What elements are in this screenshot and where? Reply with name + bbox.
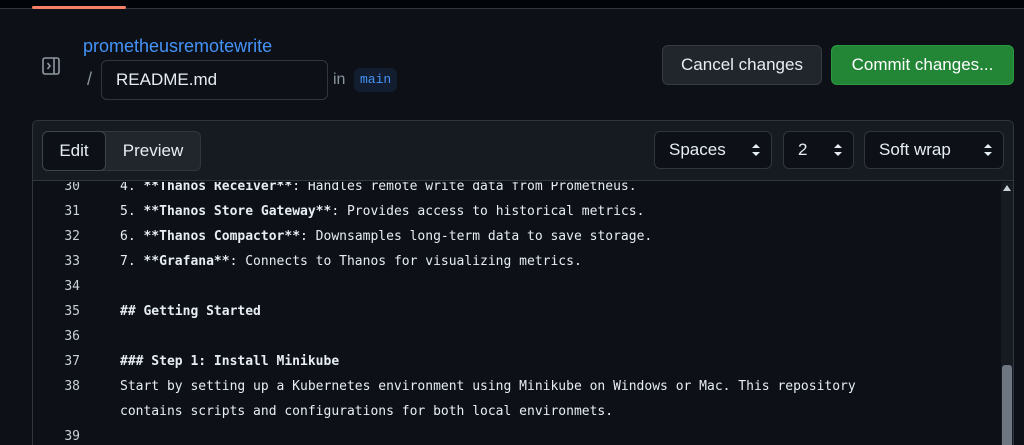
wrap-mode-select[interactable]: Soft wrap [864,131,1004,169]
code-line[interactable]: 39 [33,424,993,445]
line-text: 7. **Grafana**: Connects to Thanos for v… [120,249,582,274]
indent-size-select[interactable]: 2 [783,131,854,169]
editor-scrollbar[interactable] [1001,182,1013,445]
scroll-up-icon[interactable] [1003,185,1011,191]
line-text-plain: 4. [120,182,144,194]
line-text: Start by setting up a Kubernetes environ… [120,374,856,399]
edit-preview-tabs: Edit Preview [42,131,201,171]
wrap-mode-value: Soft wrap [879,140,951,159]
indent-size-value: 2 [798,140,808,159]
repo-name-link[interactable]: prometheusremotewrite [83,36,272,57]
line-text-bold: **Thanos Receiver** [143,182,293,194]
line-text-plain: : Connects to Thanos for visualizing met… [229,254,582,269]
line-number: 38 [64,379,80,394]
line-text: ## Getting Started [120,299,261,324]
active-tab-underline [32,6,126,9]
line-number: 33 [64,254,80,269]
line-text-bold: **Thanos Store Gateway** [143,204,332,219]
in-label: in [333,71,346,88]
code-line[interactable]: 32 6. **Thanos Compactor**: Downsamples l… [33,224,993,249]
line-number: 32 [64,229,80,244]
select-caret-icon [834,144,842,156]
line-number: 37 [64,354,80,369]
line-text-bold: ### Step 1: Install Minikube [120,354,340,369]
path-separator: / [87,69,93,89]
code-line[interactable]: 36 [33,324,993,349]
line-text-plain: Start by setting up a Kubernetes environ… [120,379,856,394]
line-number: 35 [64,304,80,319]
line-text: 6. **Thanos Compactor**: Downsamples lon… [120,224,652,249]
line-text: ### Step 1: Install Minikube [120,349,339,374]
tab-preview[interactable]: Preview [106,132,200,170]
cancel-changes-button[interactable]: Cancel changes [662,45,822,85]
line-text-plain: : Provides access to historical metrics. [331,204,645,219]
indent-mode-select[interactable]: Spaces [654,131,772,169]
editor-page: prometheusremotewrite / in main Cancel c… [0,0,1024,445]
line-text-plain: 7. [120,254,144,269]
code-editor-area[interactable]: 30 4. **Thanos Receiver**: Handles remote… [33,182,1013,445]
branch-badge[interactable]: main [354,68,398,92]
line-text-bold: ## Getting Started [120,304,261,319]
code-line[interactable]: 30 4. **Thanos Receiver**: Handles remote… [33,182,993,199]
line-text: 4. **Thanos Receiver**: Handles remote w… [120,182,637,199]
line-number: 30 [64,182,80,194]
line-text-bold: **Grafana** [143,254,230,269]
line-text-bold: **Thanos Compactor** [143,229,301,244]
line-number: 36 [64,329,80,344]
file-editor: Edit Preview Spaces 2 Soft wrap 30 4. **… [32,120,1014,445]
code-line[interactable]: 31 5. **Thanos Store Gateway**: Provides … [33,199,993,224]
line-text: 5. **Thanos Store Gateway**: Provides ac… [120,199,644,224]
line-text-plain: : Downsamples long-term data to save sto… [300,229,653,244]
line-text: contains scripts and configurations for … [120,399,613,424]
top-nav-strip [0,0,1024,9]
line-text-plain: 6. [120,229,144,244]
line-number: 39 [64,429,80,444]
code-line[interactable]: 33 7. **Grafana**: Connects to Thanos for… [33,249,993,274]
select-caret-icon [752,144,760,156]
code-line[interactable]: 34 [33,274,993,299]
code-line[interactable]: 35 ## Getting Started [33,299,993,324]
filename-input[interactable] [101,60,328,100]
editor-toolbar: Edit Preview Spaces 2 Soft wrap [33,121,1013,181]
sidebar-toggle-button[interactable] [36,51,66,81]
line-number: 34 [64,279,80,294]
select-caret-icon [984,144,992,156]
scrollbar-thumb[interactable] [1002,365,1012,445]
line-text-plain: 5. [120,204,144,219]
sidebar-collapse-icon [42,57,60,75]
code-line[interactable]: 38 Start by setting up a Kubernetes envir… [33,374,993,399]
line-text-plain: : Handles remote write data from Prometh… [292,182,637,194]
tab-edit[interactable]: Edit [42,131,106,171]
line-text-plain: contains scripts and configurations for … [120,404,614,419]
indent-mode-value: Spaces [669,140,726,159]
code-line[interactable]: 37 ### Step 1: Install Minikube [33,349,993,374]
line-number: 31 [64,204,80,219]
code-line[interactable]: contains scripts and configurations for … [33,399,993,424]
commit-changes-button[interactable]: Commit changes... [831,45,1014,85]
